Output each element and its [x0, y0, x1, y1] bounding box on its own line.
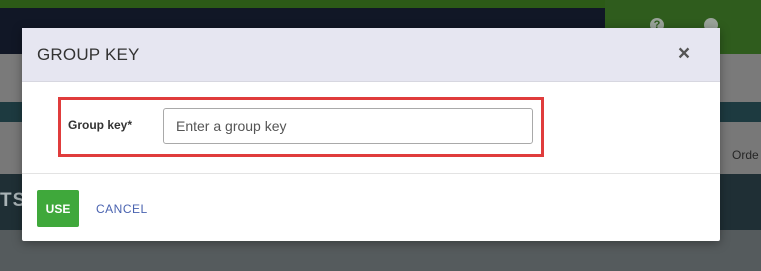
dialog-body: Group key* [22, 83, 720, 174]
dialog-footer: USE CANCEL [22, 174, 720, 241]
group-key-dialog: GROUP KEY × Group key* USE CANCEL [22, 28, 720, 241]
group-key-label: Group key* [68, 118, 133, 132]
group-key-input[interactable] [163, 108, 533, 144]
background-order-text: Orde [732, 148, 759, 162]
use-button[interactable]: USE [37, 190, 79, 227]
cancel-button[interactable]: CANCEL [96, 202, 148, 216]
dialog-header: GROUP KEY × [22, 28, 720, 82]
close-icon[interactable]: × [674, 43, 694, 64]
dialog-title: GROUP KEY [37, 45, 140, 64]
